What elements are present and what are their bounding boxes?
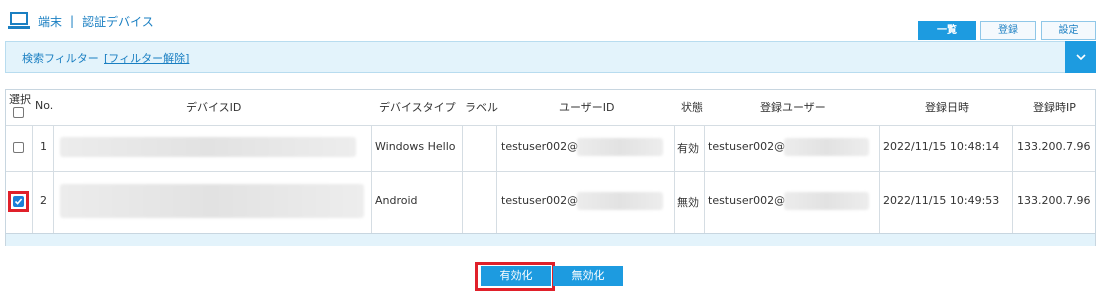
col-divider xyxy=(496,125,497,233)
table-row[interactable]: 1 Windows Hello testuser002@ 有効 testuser… xyxy=(6,125,1095,171)
breadcrumb-title: 認証デバイス xyxy=(82,14,154,29)
select-all-checkbox[interactable] xyxy=(13,107,24,118)
filter-clear-link[interactable]: [フィルター解除] xyxy=(104,50,189,66)
row-checkbox[interactable] xyxy=(13,142,24,153)
row-user-id: testuser002@ xyxy=(501,140,579,153)
row-registered-ip: 133.200.7.96 xyxy=(1017,194,1091,207)
col-divider xyxy=(1012,125,1013,233)
tab-list[interactable]: 一覧 xyxy=(918,21,976,40)
col-divider xyxy=(704,125,705,233)
registered-user-redacted xyxy=(784,192,869,210)
col-device-type: デバイスタイプ xyxy=(379,101,456,114)
disable-button[interactable]: 無効化 xyxy=(553,266,623,286)
row-status: 有効 xyxy=(677,142,699,155)
user-id-redacted xyxy=(577,192,663,210)
col-no: No. xyxy=(35,99,54,112)
table-header: 選択 No. デバイスID デバイスタイプ ラベル ユーザーID 状態 登録ユー… xyxy=(6,90,1095,125)
laptop-icon xyxy=(8,12,30,29)
row-registered-ip: 133.200.7.96 xyxy=(1017,140,1091,153)
enable-button[interactable]: 有効化 xyxy=(481,266,551,286)
search-filter-bar[interactable]: 検索フィルター [フィルター解除] xyxy=(5,41,1096,73)
row-no: 2 xyxy=(40,194,47,207)
tab-settings[interactable]: 設定 xyxy=(1041,21,1096,40)
row-device-type: Android xyxy=(375,194,418,207)
col-status: 状態 xyxy=(681,101,703,114)
row-device-type: Windows Hello xyxy=(375,140,456,153)
row-registered-at: 2022/11/15 10:49:53 xyxy=(883,194,1000,207)
col-divider xyxy=(32,125,33,233)
user-id-redacted xyxy=(577,138,663,156)
registered-user-redacted xyxy=(784,138,869,156)
breadcrumb-separator: | xyxy=(70,14,75,28)
table-footer xyxy=(6,233,1095,246)
table-row[interactable]: 2 Android testuser002@ 無効 testuser002@ 2… xyxy=(6,171,1095,233)
row-no: 1 xyxy=(40,140,47,153)
col-device-id: デバイスID xyxy=(186,101,242,114)
col-registered-at: 登録日時 xyxy=(925,101,969,114)
device-id-redacted xyxy=(60,137,356,157)
page-title: 端末 | 認証デバイス xyxy=(8,11,154,31)
filter-label: 検索フィルター xyxy=(22,52,99,65)
col-divider xyxy=(674,125,675,233)
col-divider xyxy=(462,125,463,233)
row-registered-user: testuser002@ xyxy=(708,194,786,207)
filter-toggle-button[interactable] xyxy=(1065,41,1096,73)
col-divider xyxy=(371,125,372,233)
col-divider xyxy=(879,125,880,233)
col-registered-ip: 登録時IP xyxy=(1033,101,1076,114)
device-id-redacted xyxy=(60,184,364,218)
breadcrumb-section: 端末 xyxy=(38,14,63,29)
col-user-id: ユーザーID xyxy=(559,101,615,114)
tab-register[interactable]: 登録 xyxy=(980,21,1036,40)
col-divider xyxy=(53,125,54,233)
row-registered-user: testuser002@ xyxy=(708,140,786,153)
row-status: 無効 xyxy=(677,196,699,209)
chevron-down-icon xyxy=(1075,53,1086,60)
col-label: ラベル xyxy=(465,101,498,114)
col-select: 選択 xyxy=(9,93,31,106)
device-table: 選択 No. デバイスID デバイスタイプ ラベル ユーザーID 状態 登録ユー… xyxy=(5,89,1096,246)
row-user-id: testuser002@ xyxy=(501,194,579,207)
col-registered-user: 登録ユーザー xyxy=(760,101,826,114)
row-registered-at: 2022/11/15 10:48:14 xyxy=(883,140,1000,153)
highlight-outline xyxy=(8,191,29,212)
